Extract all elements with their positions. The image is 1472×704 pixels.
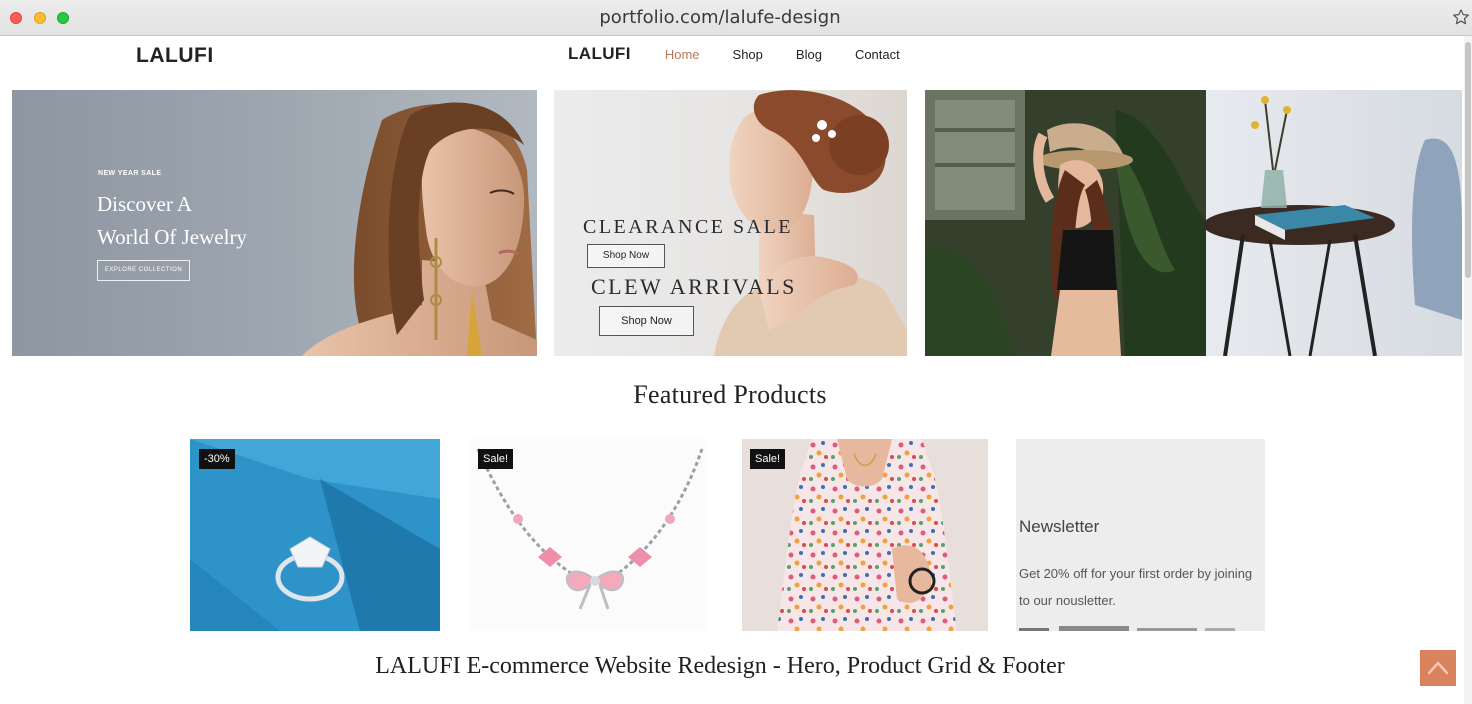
newsletter-input-cutoff[interactable] [1019, 625, 1259, 631]
address-bar[interactable]: portfolio.com/lalufe-design [0, 7, 1440, 28]
discount-badge: -30% [199, 449, 235, 469]
newsletter-title: Newsletter [1019, 517, 1100, 536]
project-caption: LALUFI E-commerce Website Redesign - Her… [375, 653, 1065, 679]
product-card-ring[interactable]: -30% [190, 439, 440, 631]
main-nav: LALUFI Home Shop Blog Contact [568, 44, 933, 64]
back-to-top-button[interactable] [1420, 650, 1456, 686]
browser-toolbar: portfolio.com/lalufe-design [0, 0, 1472, 36]
sale-badge: Sale! [478, 449, 514, 469]
chevron-up-icon [1427, 661, 1449, 675]
bookmark-star-icon[interactable] [1452, 8, 1470, 26]
nav-home[interactable]: Home [665, 47, 700, 62]
newsletter-card: Newsletter Get 20% off for your first or… [1016, 439, 1265, 631]
new-arrivals-title: CLEW ARRIVALS [591, 274, 797, 299]
hero-banner-jewelry[interactable]: NEW YEAR SALE Discover A World Of Jewelr… [12, 90, 537, 356]
woman-portrait-image [302, 102, 537, 356]
scrollbar-thumb[interactable] [1465, 42, 1471, 278]
nav-shop[interactable]: Shop [733, 47, 763, 62]
hero-tag: NEW YEAR SALE [98, 170, 162, 177]
explore-collection-button[interactable]: EXPLORE COLLECTION [97, 260, 190, 281]
hero-title-line2: World Of Jewelry [97, 225, 247, 249]
hero-banner-lifestyle[interactable] [925, 90, 1462, 356]
hero-title: Discover A World Of Jewelry [97, 188, 247, 254]
arrivals-shop-now-button[interactable]: Shop Now [599, 306, 694, 336]
product-card-dress[interactable]: Sale! [742, 439, 988, 631]
product-card-necklace[interactable]: Sale! [470, 439, 706, 631]
nav-logo[interactable]: LALUFI [568, 44, 631, 64]
hero-title-line1: Discover A [97, 192, 193, 216]
hero-banner-clearance[interactable]: CLEARANCE SALE Shop Now CLEW ARRIVALS Sh… [554, 90, 907, 356]
nav-blog[interactable]: Blog [796, 47, 822, 62]
newsletter-body: Get 20% off for your first order by join… [1019, 566, 1253, 608]
sale-badge: Sale! [750, 449, 786, 469]
clearance-shop-now-button[interactable]: Shop Now [587, 244, 665, 268]
featured-products-heading: Featured Products [633, 380, 827, 409]
clearance-sale-title: CLEARANCE SALE [583, 216, 793, 238]
lifestyle-photo-image [925, 90, 1462, 356]
nav-contact[interactable]: Contact [855, 47, 900, 62]
page-scrollbar[interactable] [1464, 36, 1472, 704]
site-logo[interactable]: LALUFI [136, 44, 214, 68]
